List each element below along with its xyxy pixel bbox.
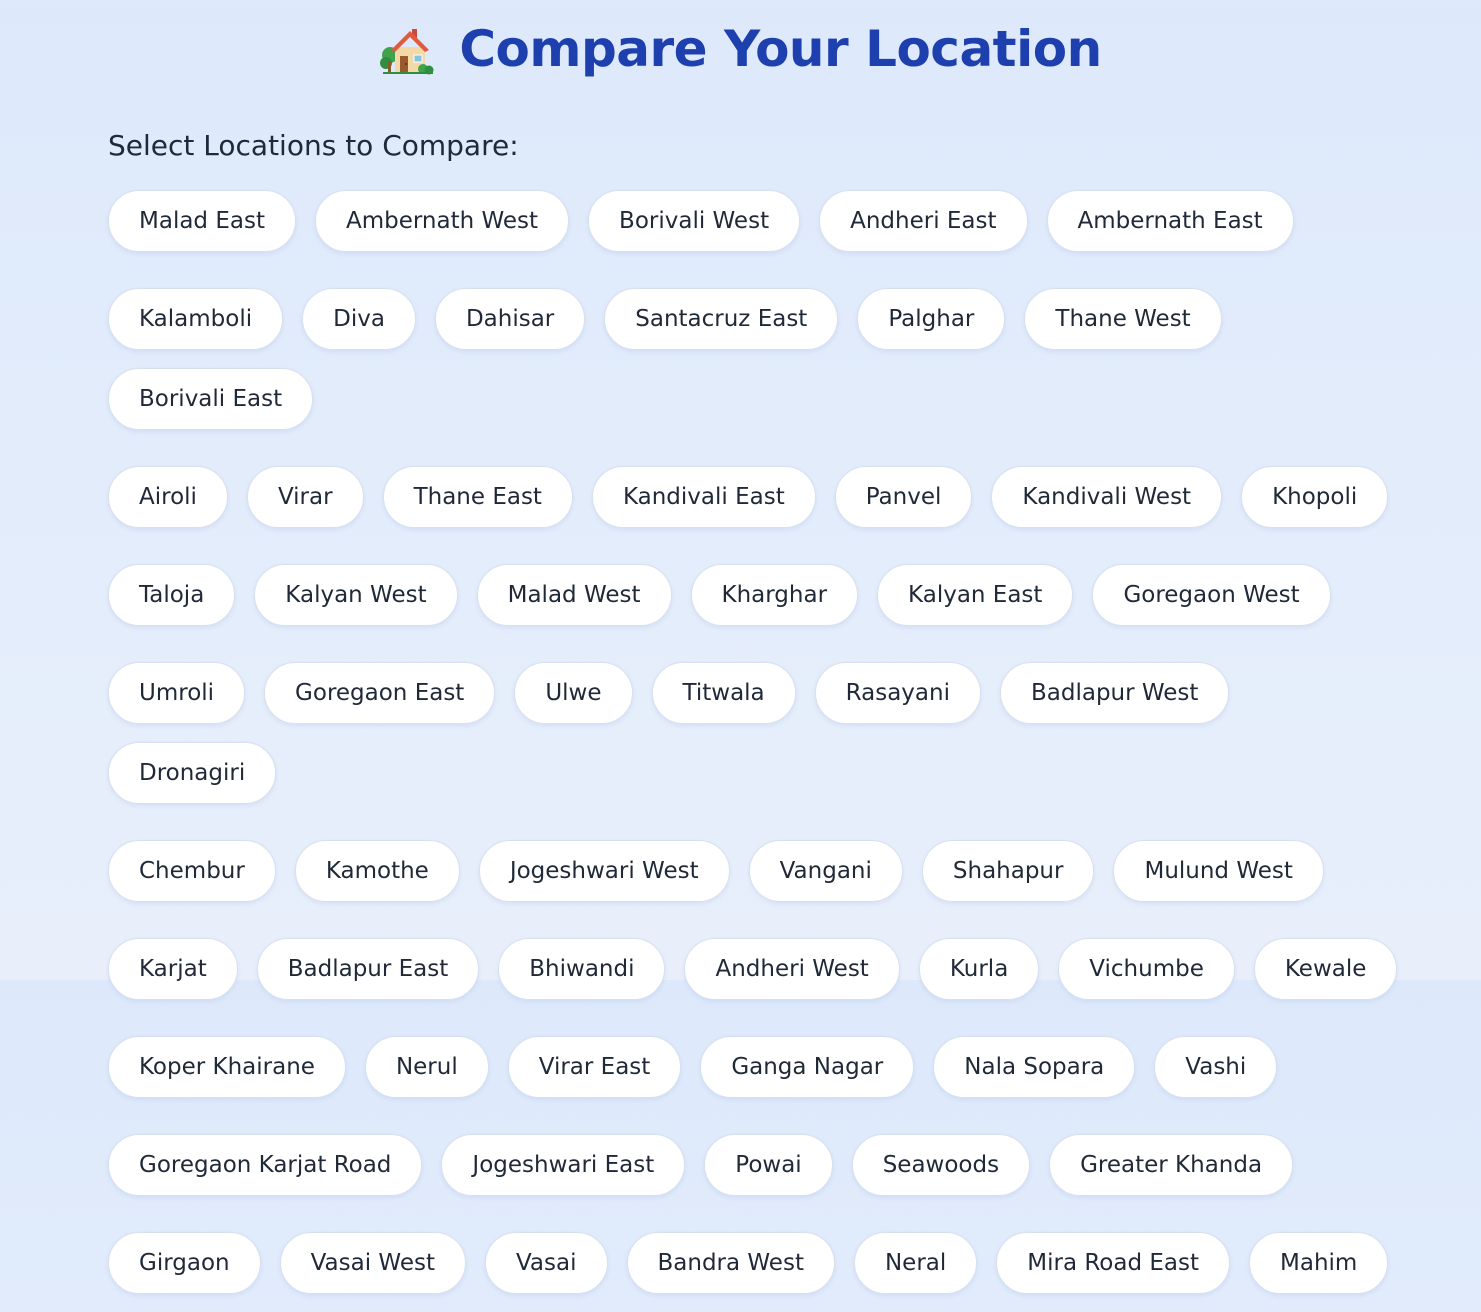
location-chip[interactable]: Khopoli bbox=[1241, 466, 1389, 528]
location-chip[interactable]: Borivali East bbox=[108, 368, 314, 430]
location-chip[interactable]: Airoli bbox=[108, 466, 228, 528]
location-chip[interactable]: Mira Road East bbox=[996, 1232, 1231, 1294]
location-chip[interactable]: Titwala bbox=[651, 662, 796, 724]
location-chip[interactable]: Vangani bbox=[748, 840, 903, 902]
location-chip[interactable]: Girgaon bbox=[108, 1232, 261, 1294]
location-chip[interactable]: Seawoods bbox=[851, 1134, 1031, 1196]
location-chip[interactable]: Panvel bbox=[834, 466, 973, 528]
location-chip[interactable]: Ambernath East bbox=[1046, 190, 1294, 252]
location-chip[interactable]: Taloja bbox=[108, 564, 236, 626]
location-chip[interactable]: Chembur bbox=[108, 840, 276, 902]
location-chip[interactable]: Powai bbox=[704, 1134, 833, 1196]
location-chip[interactable]: Goregaon Karjat Road bbox=[108, 1134, 423, 1196]
location-chip[interactable]: Virar bbox=[246, 466, 364, 528]
location-chip[interactable]: Kalamboli bbox=[108, 288, 284, 350]
location-chip[interactable]: Jogeshwari West bbox=[478, 840, 730, 902]
location-chip[interactable]: Ambernath West bbox=[314, 190, 570, 252]
location-chip[interactable]: Malad West bbox=[476, 564, 672, 626]
location-chip[interactable]: Koper Khairane bbox=[108, 1036, 346, 1098]
location-chip[interactable]: Kandivali East bbox=[591, 466, 816, 528]
location-chip[interactable]: Vasai West bbox=[279, 1232, 466, 1294]
location-chip[interactable]: Andheri East bbox=[819, 190, 1028, 252]
location-chip[interactable]: Dahisar bbox=[434, 288, 586, 350]
location-chip-list: Malad East Ambernath West Borivali West And… bbox=[108, 190, 1408, 1312]
location-chip[interactable]: Rasayani bbox=[814, 662, 981, 724]
location-chip[interactable]: Bhiwandi bbox=[498, 938, 666, 1000]
location-chip[interactable]: Umroli bbox=[108, 662, 246, 724]
house-with-garden-icon bbox=[379, 23, 437, 75]
location-chip[interactable]: Santacruz East bbox=[604, 288, 839, 350]
location-chip[interactable]: Bandra West bbox=[626, 1232, 835, 1294]
page-title: Compare Your Location bbox=[459, 20, 1102, 78]
location-chip[interactable]: Mulund West bbox=[1113, 840, 1324, 902]
location-chip[interactable]: Vashi bbox=[1154, 1036, 1278, 1098]
location-chip[interactable]: Vasai bbox=[484, 1232, 608, 1294]
location-chip[interactable]: Badlapur West bbox=[999, 662, 1230, 724]
location-chip[interactable]: Kharghar bbox=[690, 564, 859, 626]
location-chip[interactable]: Kurla bbox=[918, 938, 1040, 1000]
location-chip[interactable]: Badlapur East bbox=[256, 938, 480, 1000]
location-chip[interactable]: Goregaon West bbox=[1092, 564, 1331, 626]
location-chip[interactable]: Ulwe bbox=[514, 662, 633, 724]
location-chip[interactable]: Ganga Nagar bbox=[700, 1036, 915, 1098]
location-chip[interactable]: Thane East bbox=[382, 466, 573, 528]
location-chip[interactable]: Virar East bbox=[507, 1036, 682, 1098]
location-chip[interactable]: Kalyan East bbox=[877, 564, 1074, 626]
location-chip[interactable]: Diva bbox=[302, 288, 416, 350]
location-chip[interactable]: Kalyan West bbox=[254, 564, 458, 626]
location-chip[interactable]: Karjat bbox=[108, 938, 238, 1000]
location-chip[interactable]: Malad East bbox=[108, 190, 296, 252]
section-label: Select Locations to Compare: bbox=[108, 129, 519, 162]
location-chip[interactable]: Palghar bbox=[857, 288, 1006, 350]
location-chip[interactable]: Kandivali West bbox=[991, 466, 1223, 528]
location-chip[interactable]: Dronagiri bbox=[108, 742, 277, 804]
location-chip[interactable]: Borivali West bbox=[588, 190, 801, 252]
location-chip[interactable]: Nerul bbox=[364, 1036, 489, 1098]
location-chip[interactable]: Vichumbe bbox=[1058, 938, 1235, 1000]
location-chip[interactable]: Jogeshwari East bbox=[441, 1134, 686, 1196]
page-header: Compare Your Location bbox=[0, 18, 1481, 80]
location-chip[interactable]: Mahim bbox=[1249, 1232, 1389, 1294]
location-chip[interactable]: Kamothe bbox=[294, 840, 460, 902]
location-chip[interactable]: Neral bbox=[853, 1232, 978, 1294]
location-chip[interactable]: Greater Khanda bbox=[1049, 1134, 1294, 1196]
location-chip[interactable]: Nala Sopara bbox=[933, 1036, 1136, 1098]
location-chip[interactable]: Andheri West bbox=[684, 938, 900, 1000]
location-chip[interactable]: Goregaon East bbox=[264, 662, 496, 724]
location-chip[interactable]: Kewale bbox=[1253, 938, 1398, 1000]
location-chip[interactable]: Thane West bbox=[1024, 288, 1222, 350]
location-chip[interactable]: Shahapur bbox=[921, 840, 1095, 902]
